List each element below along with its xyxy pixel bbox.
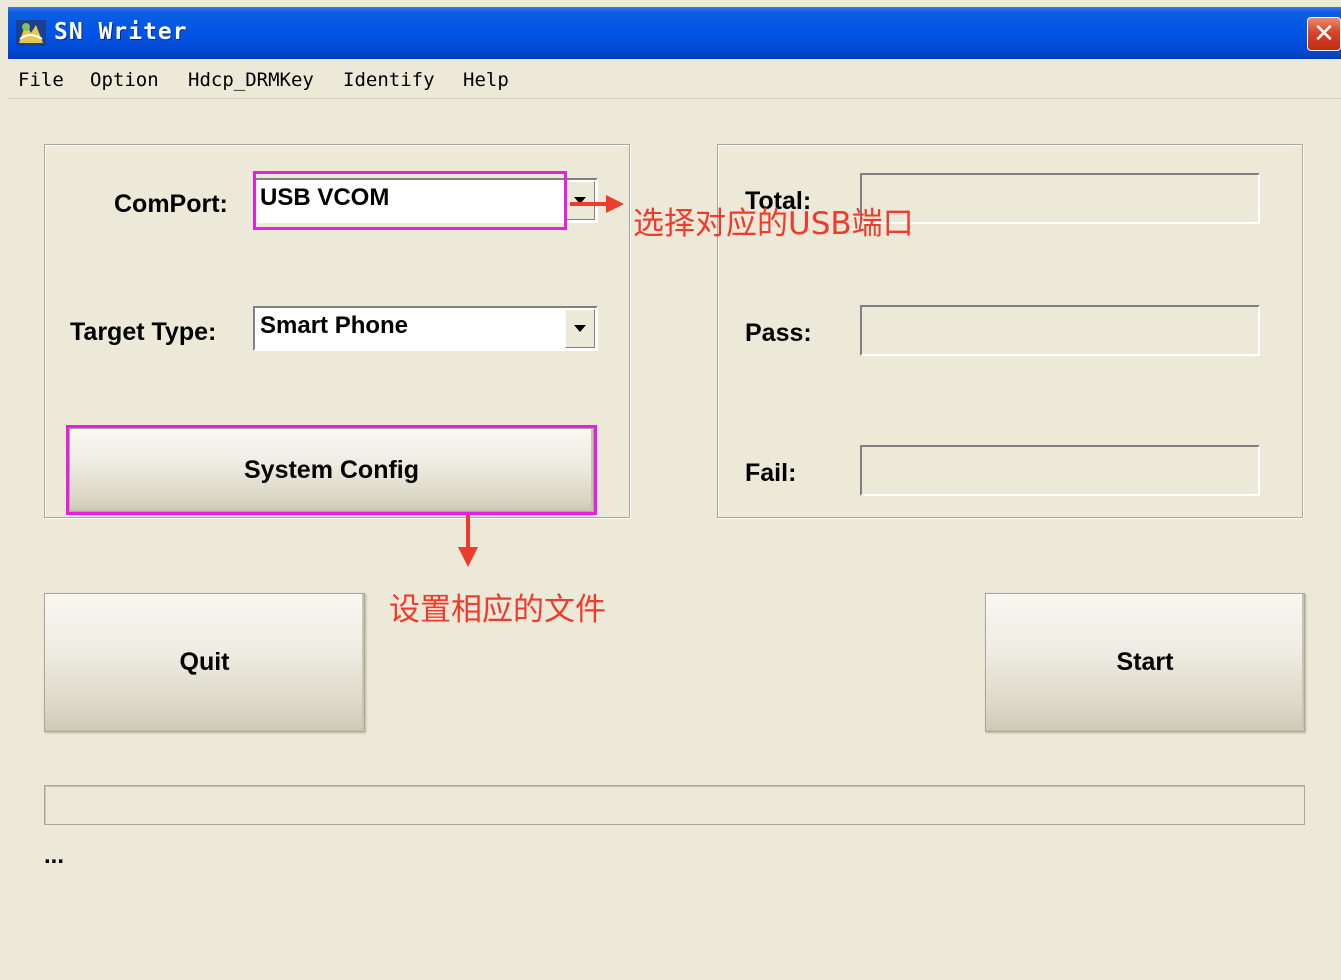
chevron-down-icon (574, 325, 586, 332)
close-button[interactable]: ✕ (1307, 17, 1341, 51)
app-icon (14, 17, 48, 49)
fail-field (860, 445, 1260, 496)
quit-button[interactable]: Quit (44, 593, 365, 732)
target-type-label: Target Type: (70, 318, 217, 346)
comport-note: 选择对应的USB端口 (633, 206, 914, 242)
menu-file[interactable]: File (18, 69, 64, 91)
pass-field (860, 305, 1260, 356)
target-type-dropdown-button[interactable] (565, 309, 595, 348)
config-arrow-icon (458, 515, 478, 567)
menu-help[interactable]: Help (463, 69, 509, 91)
start-button[interactable]: Start (985, 593, 1305, 732)
comport-highlight (253, 171, 567, 230)
menu-bar: File Option Hdcp_DRMKey Identify Help (8, 59, 1341, 99)
window-border (0, 0, 8, 980)
config-note: 设置相应的文件 (389, 592, 606, 628)
comport-arrow-icon (570, 195, 624, 213)
pass-label: Pass: (745, 319, 812, 347)
fail-label: Fail: (745, 459, 797, 487)
menu-identify[interactable]: Identify (343, 69, 435, 91)
menu-divider (8, 98, 1341, 99)
comport-label: ComPort: (114, 190, 228, 218)
menu-option[interactable]: Option (90, 69, 159, 91)
total-field (860, 173, 1260, 224)
target-type-value: Smart Phone (260, 312, 409, 339)
window-title: SN Writer (54, 19, 188, 45)
status-text: ... (44, 842, 65, 869)
close-icon: ✕ (1313, 19, 1335, 49)
system-config-highlight (66, 425, 597, 515)
target-type-select[interactable]: Smart Phone (253, 306, 598, 351)
progress-bar (44, 785, 1305, 825)
menu-hdcp-drmkey[interactable]: Hdcp_DRMKey (188, 69, 314, 91)
title-bar[interactable]: SN Writer ✕ (8, 7, 1341, 59)
